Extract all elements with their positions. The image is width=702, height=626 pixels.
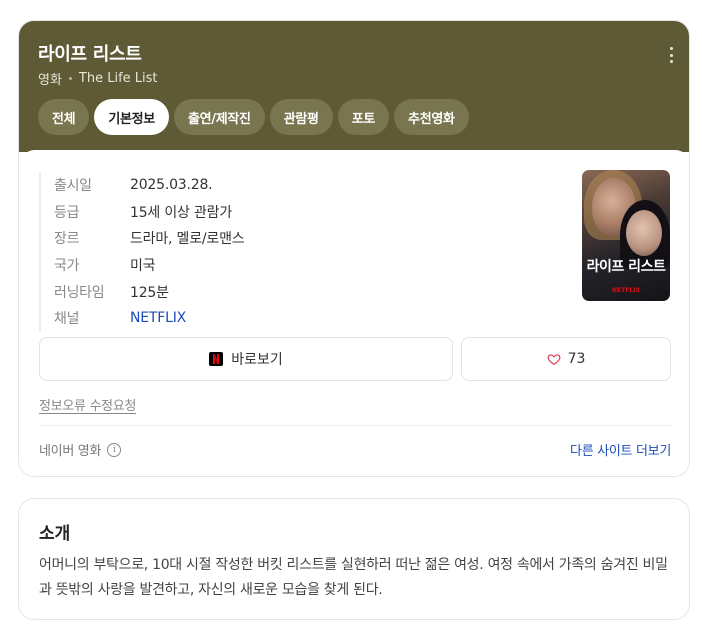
more-options-icon[interactable] [669, 47, 673, 63]
basic-info-panel: 출시일 2025.03.28. 등급 15세 이상 관람가 장르 드라마, 멜로… [19, 150, 689, 476]
movie-title[interactable]: 라이프 리스트 [38, 40, 142, 66]
tab-bar: 전체 기본정보 출연/제작진 관람평 포토 추천영화 [38, 99, 469, 135]
poster-brand: NETFLIX [612, 287, 640, 294]
movie-subtitle: 영화 The Life List [38, 69, 158, 88]
info-value: 미국 [130, 258, 156, 275]
info-value: 2025.03.28. [130, 177, 213, 194]
tab-photos[interactable]: 포토 [337, 99, 390, 135]
like-count: 73 [567, 351, 586, 367]
movie-original-title: The Life List [78, 71, 158, 86]
info-row-country: 국가 미국 [54, 252, 244, 279]
info-row-release: 출시일 2025.03.28. [54, 172, 244, 199]
more-sites-link[interactable]: 다른 사이트 더보기 [570, 440, 671, 459]
channel-link[interactable]: NETFLIX [130, 310, 186, 326]
info-row-genre: 장르 드라마, 멜로/로맨스 [54, 225, 245, 252]
info-key: 러닝타임 [54, 284, 105, 301]
tab-recommended[interactable]: 추천영화 [394, 99, 469, 135]
info-value: 15세 이상 관람가 [130, 204, 232, 221]
intro-title: 소개 [39, 524, 71, 544]
info-value: 드라마, 멜로/로맨스 [130, 231, 245, 248]
info-row-channel: 채널 NETFLIX [54, 305, 244, 332]
movie-poster[interactable]: 라이프 리스트 NETFLIX [582, 170, 670, 301]
info-key: 국가 [54, 258, 80, 275]
info-key: 장르 [54, 231, 80, 248]
watch-now-button[interactable]: 바로보기 [39, 337, 453, 381]
info-key: 채널 [54, 311, 80, 328]
info-row-runtime: 러닝타임 125분 [54, 278, 244, 305]
separator-dot [68, 77, 72, 80]
tab-all[interactable]: 전체 [38, 99, 90, 135]
tab-cast-crew[interactable]: 출연/제작진 [173, 99, 265, 135]
tab-basic-info[interactable]: 기본정보 [94, 99, 169, 135]
info-list: 출시일 2025.03.28. 등급 15세 이상 관람가 장르 드라마, 멜로… [39, 172, 245, 332]
movie-type: 영화 [38, 73, 62, 88]
intro-text: 어머니의 부탁으로, 10대 시절 작성한 버킷 리스트를 실현하러 떠난 젊은… [39, 557, 668, 598]
intro-card: 소개 어머니의 부탁으로, 10대 시절 작성한 버킷 리스트를 실현하러 떠난… [18, 498, 690, 620]
source-text: 네이버 영화 [39, 444, 102, 459]
divider [39, 425, 671, 426]
heart-icon [547, 354, 561, 365]
info-row-rating: 등급 15세 이상 관람가 [54, 199, 244, 226]
poster-title: 라이프 리스트 [586, 259, 666, 275]
info-value: 125분 [130, 284, 169, 301]
watch-now-label: 바로보기 [231, 352, 283, 368]
tab-reviews[interactable]: 관람평 [269, 99, 333, 135]
movie-info-card: 라이프 리스트 영화 The Life List 전체 기본정보 출연/제작진 … [18, 20, 690, 477]
info-key: 등급 [54, 204, 80, 221]
info-key: 출시일 [54, 178, 92, 195]
source-label: 네이버 영화 i [39, 440, 122, 459]
movie-header: 라이프 리스트 영화 The Life List 전체 기본정보 출연/제작진 … [19, 21, 689, 152]
report-error-link[interactable]: 정보오류 수정요청 [39, 395, 136, 414]
like-button[interactable]: 73 [461, 337, 671, 381]
netflix-icon [209, 352, 224, 366]
info-icon[interactable]: i [107, 442, 122, 457]
